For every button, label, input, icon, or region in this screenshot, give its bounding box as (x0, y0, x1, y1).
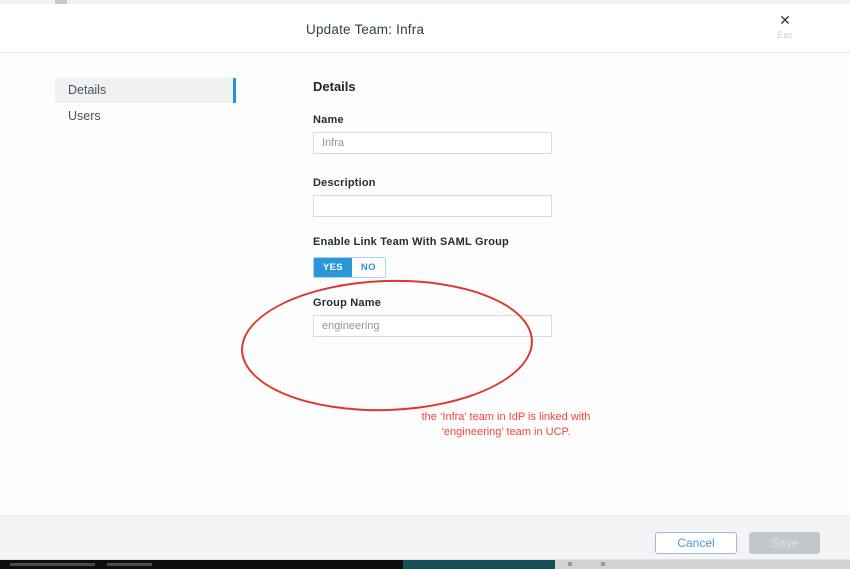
sidebar-item-label: Users (68, 109, 101, 123)
group-name-label: Group Name (313, 297, 381, 309)
save-button[interactable]: Save (749, 532, 820, 554)
annotation-line-1: the ‘Infra’ team in IdP is linked with (400, 410, 612, 425)
close-icon[interactable]: ✕ (768, 12, 802, 28)
update-team-modal: Update Team: Infra ✕ Esc Details Users D… (0, 0, 850, 569)
sidebar-item-label: Details (68, 83, 106, 97)
annotation-text: the ‘Infra’ team in IdP is linked with ‘… (400, 410, 612, 440)
modal-footer: Cancel Save (0, 515, 850, 560)
saml-toggle-no-button[interactable]: NO (352, 258, 385, 277)
sidebar-item-users[interactable]: Users (55, 104, 236, 129)
esc-hint-label: Esc (768, 29, 802, 41)
background-terminal-strip (0, 560, 403, 569)
saml-toggle: YES NO (313, 257, 386, 278)
section-title: Details (313, 79, 356, 94)
terminal-text-sliver (107, 563, 152, 566)
group-name-input[interactable] (313, 315, 552, 337)
annotation-ellipse (239, 275, 535, 416)
modal-title: Update Team: Infra (306, 22, 424, 37)
modal-header: Update Team: Infra ✕ Esc (0, 4, 850, 53)
saml-toggle-label: Enable Link Team With SAML Group (313, 236, 509, 248)
sidebar-item-details[interactable]: Details (55, 78, 236, 103)
cancel-button[interactable]: Cancel (655, 532, 737, 554)
modal-body: Details Users Details Name Description E… (0, 53, 850, 515)
background-strip-mark (601, 562, 605, 566)
close-button[interactable]: ✕ Esc (768, 12, 802, 50)
description-label: Description (313, 177, 376, 189)
description-input[interactable] (313, 195, 552, 217)
active-tab-indicator (233, 78, 236, 103)
name-label: Name (313, 114, 344, 126)
saml-toggle-yes-button[interactable]: YES (314, 258, 352, 277)
background-strip-mark (568, 562, 572, 566)
terminal-text-sliver (10, 563, 95, 566)
background-bottom-strip (0, 560, 850, 569)
background-teal-strip (403, 560, 555, 569)
annotation-line-2: ‘engineering’ team in UCP. (400, 425, 612, 440)
name-input[interactable] (313, 132, 552, 154)
